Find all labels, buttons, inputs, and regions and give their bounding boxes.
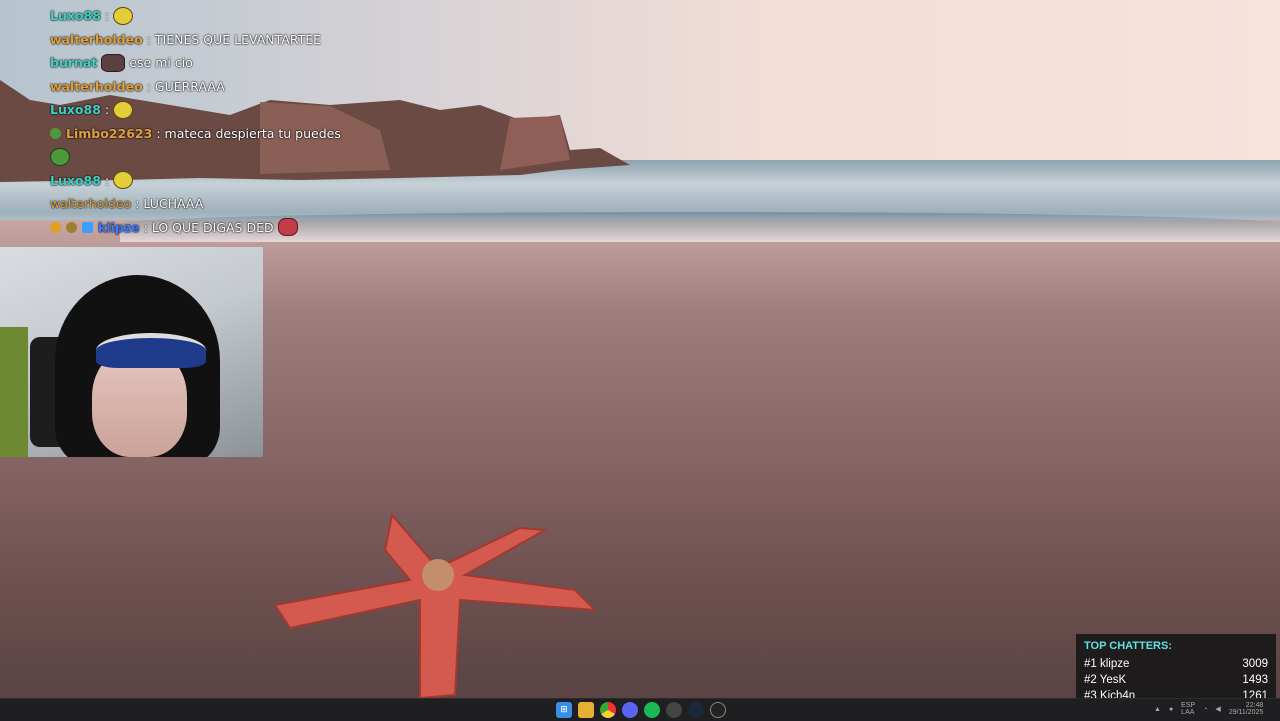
chrome-icon[interactable] (600, 702, 616, 718)
chatter-rank: #2 (1084, 674, 1097, 686)
chat-text: LO QUE DIGAS DED (151, 219, 274, 235)
chat-text: GUERRAAA (154, 78, 225, 94)
volume-icon[interactable]: ◀ (1215, 705, 1220, 713)
chatgpt-icon[interactable] (666, 702, 682, 718)
webcam-feed (0, 247, 263, 457)
lang-sub: LAA (1181, 709, 1195, 716)
chat-username: Limbo22623 (66, 125, 153, 141)
chatter-name: YesK (1099, 674, 1127, 686)
chat-message: burnat ese mi cio (50, 51, 350, 75)
file-explorer-icon[interactable] (578, 702, 594, 718)
webcam-person-cap (96, 333, 206, 368)
yellow-face-emote (113, 171, 134, 190)
chat-message: Luxo88: (50, 4, 350, 28)
chat-username: klipze (98, 219, 140, 235)
starfish (273, 512, 598, 698)
chat-username: walterholdeo (50, 78, 143, 94)
pepe-emote (50, 147, 70, 166)
wifi-icon[interactable]: ◔ (1203, 706, 1207, 713)
top-chatter-row: #2 YesK 1493 (1084, 672, 1268, 688)
top-chatters-title: TOP CHATTERS: (1084, 640, 1173, 652)
chat-text: ese mi cio (129, 55, 193, 70)
chat-username: Luxo88 (50, 102, 101, 117)
chat-message: walterholdeo: LUCHAAA (50, 192, 350, 216)
chat-message: Luxo88: (50, 169, 350, 193)
chat-message: Limbo22623: mateca despierta tu puedes (50, 122, 350, 146)
taskbar-apps: ⊞ (556, 702, 726, 718)
chat-username: walterholdeo (50, 31, 143, 47)
chatter-name: klipze (1100, 658, 1130, 670)
stream-chat-overlay: Luxo88: walterholdeo: TIENES QUE LEVANTA… (50, 4, 350, 239)
chat-username: Luxo88 (50, 172, 101, 188)
chat-text: LUCHAAA (143, 196, 204, 211)
yellow-face-emote (113, 100, 134, 119)
windows-start-icon[interactable]: ⊞ (556, 702, 572, 718)
chat-text: TIENES QUE LEVANTARTEE (154, 31, 322, 47)
badge-icon (50, 221, 61, 233)
red-emote (277, 218, 298, 237)
clock[interactable]: 22:48 29/11/2025 (1229, 702, 1264, 716)
badge-icon (82, 221, 93, 233)
chat-message (50, 145, 350, 169)
chat-message: Luxo88: (50, 98, 350, 122)
chat-username: burnat (50, 55, 98, 70)
steam-icon[interactable] (688, 702, 704, 718)
microphone-icon[interactable]: ● (1169, 706, 1173, 713)
top-chatter-row: #1 klipze 3009 (1084, 656, 1268, 672)
lang-code: ESP (1181, 702, 1196, 709)
chatter-rank: #1 (1084, 658, 1097, 670)
chat-username: walterholdeo (50, 196, 132, 211)
chatter-count: 1493 (1242, 674, 1268, 686)
badge-icon (50, 127, 61, 139)
dark-emote (101, 53, 126, 72)
spotify-icon[interactable] (644, 702, 660, 718)
clock-date: 29/11/2025 (1228, 709, 1264, 716)
chat-message: walterholdeo: TIENES QUE LEVANTARTEE (50, 28, 350, 52)
system-tray: ▲ ● ESP LAA ◔ ◀ 22:48 29/11/2025 (1154, 702, 1263, 716)
webcam-background (0, 327, 28, 457)
chevron-up-icon[interactable]: ▲ (1154, 706, 1161, 713)
chat-message: klipze: LO QUE DIGAS DED (50, 216, 350, 240)
obs-icon[interactable] (710, 702, 726, 718)
language-indicator[interactable]: ESP LAA (1181, 702, 1195, 716)
chatter-count: 3009 (1242, 658, 1268, 670)
clock-time: 22:48 (1245, 702, 1264, 709)
discord-icon[interactable] (622, 702, 638, 718)
chat-username: Luxo88 (50, 8, 101, 23)
taskbar: ⊞ ▲ ● ESP LAA ◔ ◀ 22:48 29/11/2025 (0, 698, 1280, 721)
badge-icon (66, 221, 77, 233)
chat-message: walterholdeo: GUERRAAA (50, 75, 350, 99)
chat-text: mateca despierta tu puedes (164, 125, 341, 141)
yellow-face-emote (113, 6, 134, 25)
